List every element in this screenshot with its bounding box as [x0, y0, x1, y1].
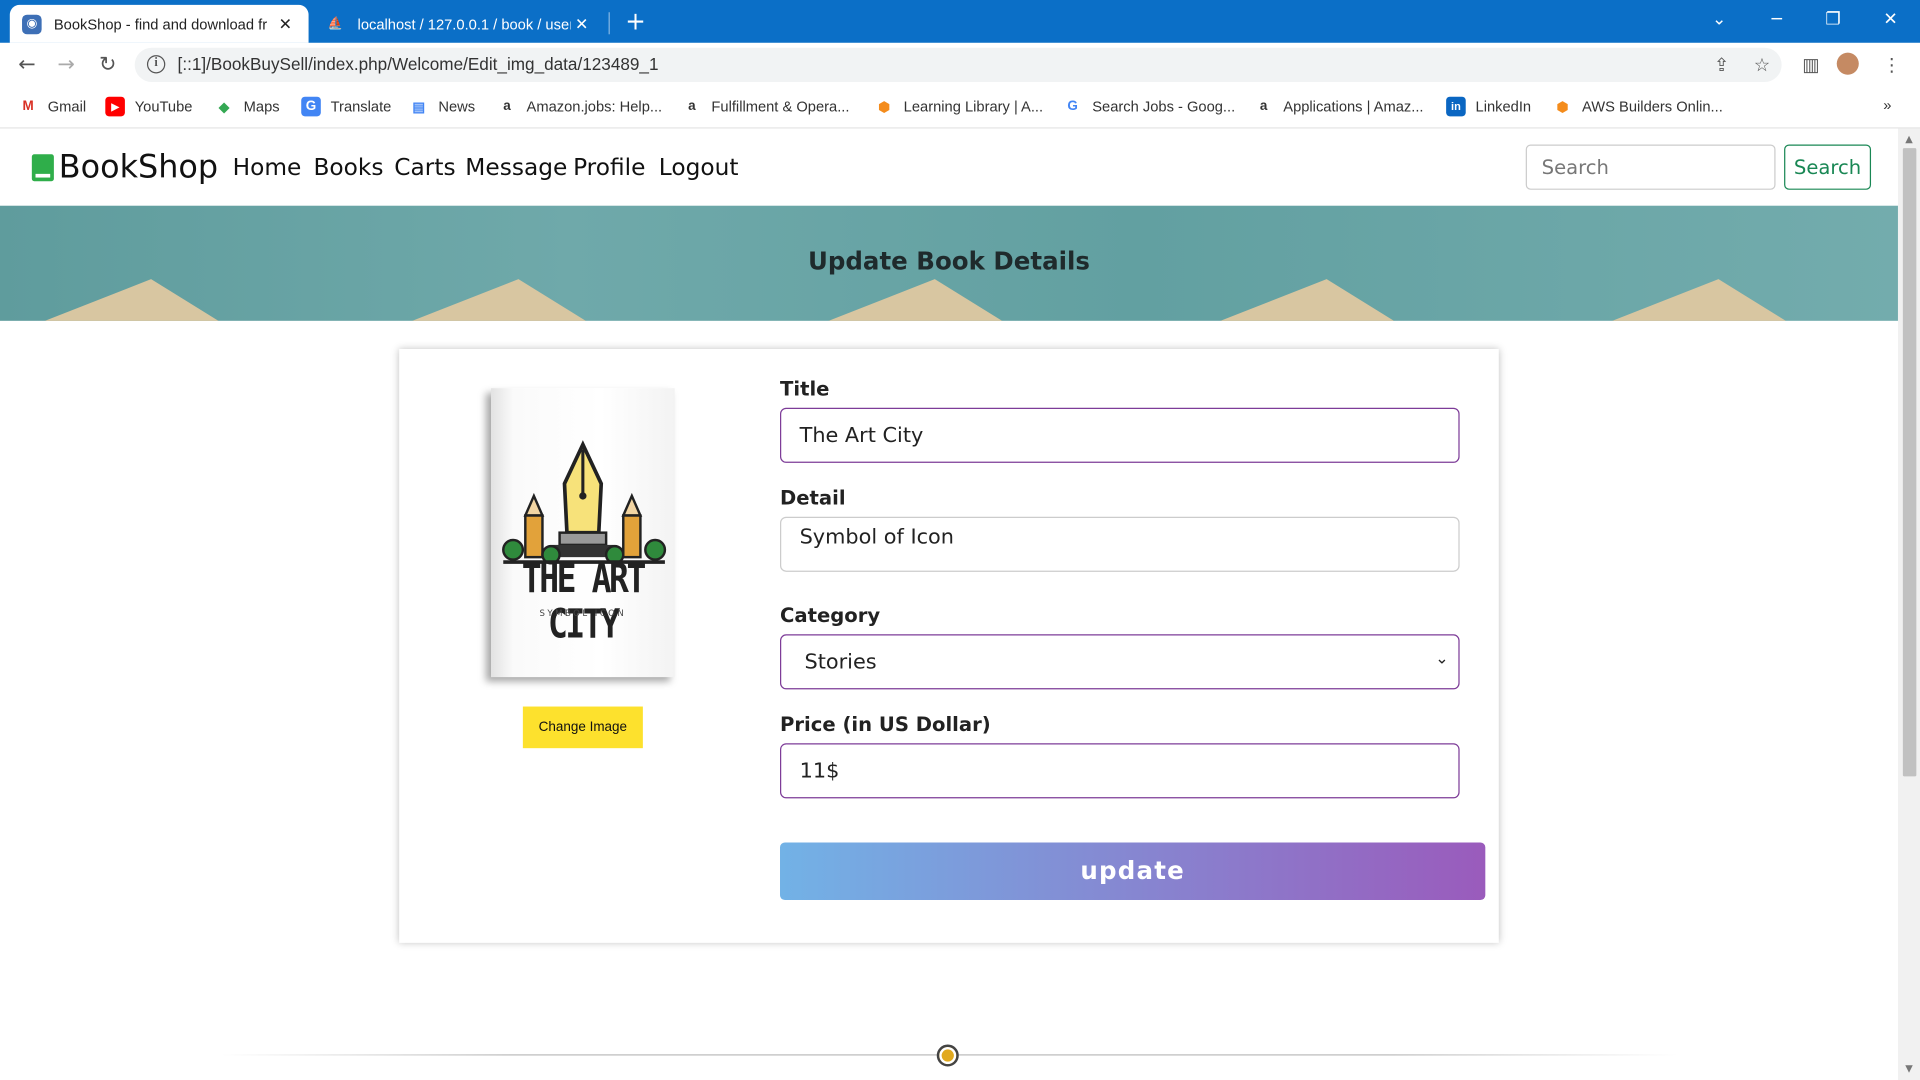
site-navbar: BookShop Home Books Carts Message Profil… [0, 128, 1898, 206]
divider-ornament [936, 1044, 959, 1067]
restore-icon[interactable]: ❐ [1815, 5, 1852, 34]
title-field[interactable]: The Art City [780, 407, 1460, 463]
reload-icon[interactable]: ↻ [93, 50, 122, 79]
amazon-icon: a [688, 99, 696, 114]
gmail-icon: M [22, 99, 34, 114]
bookmark-learning-library[interactable]: ⬢ Learning Library | A... [874, 97, 1043, 117]
aws-cube-icon: ⬢ [1556, 99, 1569, 115]
tab-title: localhost / 127.0.0.1 / book / user [357, 15, 571, 33]
menu-kebab-icon[interactable]: ⋮ [1880, 53, 1904, 77]
bookmark-translate[interactable]: G Translate [301, 96, 391, 117]
news-icon: ▤ [412, 99, 426, 115]
tab-phpmyadmin[interactable]: ⛵ localhost / 127.0.0.1 / book / user ✕ [313, 5, 604, 43]
phpmyadmin-favicon-icon: ⛵ [327, 17, 344, 31]
category-select[interactable]: Stories ⌄ [780, 634, 1460, 690]
scroll-up-arrow-icon[interactable]: ▲ [1903, 133, 1915, 144]
back-arrow-icon[interactable]: ← [12, 50, 41, 79]
bookmark-fulfillment[interactable]: a Fulfillment & Opera... [682, 97, 849, 117]
cover-subtitle: SYMBOL ICON [539, 608, 627, 619]
bookmark-gmail[interactable]: M Gmail [18, 97, 87, 117]
nav-home[interactable]: Home [233, 154, 302, 181]
book-cover-image: THE ART CITY SYMBOL ICON [491, 388, 675, 678]
window-close-icon[interactable]: ✕ [1872, 5, 1909, 34]
search-input[interactable] [1525, 144, 1776, 190]
edit-book-card: THE ART CITY SYMBOL ICON Change Image Ti… [399, 348, 1499, 943]
google-icon: G [1067, 99, 1078, 114]
chevron-down-icon: ⌄ [1435, 650, 1449, 669]
browser-toolbar: ← → ↻ i [::1]/BookBuySell/index.php/Welc… [0, 42, 1920, 87]
minimize-icon[interactable]: ─ [1758, 5, 1795, 34]
page-banner: Update Book Details [0, 205, 1898, 321]
bookshop-favicon-icon: ◉ [22, 14, 42, 34]
detail-label: Detail [780, 486, 846, 510]
bookmarks-bar: M Gmail ▶ YouTube ◆ Maps G Translate ▤ News a… [0, 86, 1920, 129]
linkedin-icon: in [1446, 96, 1466, 117]
nav-profile[interactable]: Profile [573, 154, 645, 181]
bookmark-news[interactable]: ▤ News [409, 97, 475, 117]
nav-carts[interactable]: Carts [394, 154, 455, 181]
book-icon [31, 154, 54, 182]
maps-icon: ◆ [218, 99, 230, 115]
brand-logo[interactable]: BookShop [31, 149, 219, 187]
share-icon[interactable]: ⇪ [1709, 53, 1733, 77]
bookmark-linkedin[interactable]: in LinkedIn [1446, 96, 1531, 117]
nav-books[interactable]: Books [313, 154, 383, 181]
brand-name: BookShop [58, 149, 219, 187]
paper-plane-decoration [1214, 279, 1419, 321]
bookmark-amazon-jobs[interactable]: a Amazon.jobs: Help... [497, 97, 662, 117]
tab-search-chevron-icon[interactable]: ⌄ [1701, 5, 1738, 34]
category-label: Category [780, 603, 881, 627]
close-icon[interactable]: ✕ [571, 14, 593, 34]
new-tab-plus-icon[interactable]: + [622, 7, 649, 34]
update-button[interactable]: update [780, 842, 1486, 901]
forward-arrow-icon[interactable]: → [51, 50, 80, 79]
pen-and-pencils-icon [502, 440, 667, 565]
page-scrollbar[interactable]: ▲ ▼ [1897, 128, 1920, 1080]
change-image-button[interactable]: Change Image [522, 706, 643, 749]
paper-plane-decoration [822, 279, 1027, 321]
translate-icon: G [301, 96, 321, 117]
title-label: Title [780, 377, 830, 401]
bookmark-aws-builders[interactable]: ⬢ AWS Builders Onlin... [1553, 97, 1723, 117]
search-button[interactable]: Search [1784, 144, 1872, 190]
bookmark-maps[interactable]: ◆ Maps [214, 97, 280, 117]
price-label: Price (in US Dollar) [780, 712, 991, 736]
bookmark-youtube[interactable]: ▶ YouTube [105, 96, 192, 117]
amazon-icon: a [1259, 99, 1268, 114]
youtube-icon: ▶ [105, 96, 125, 117]
detail-field[interactable]: Symbol of Icon [780, 516, 1460, 572]
paper-plane-decoration [38, 279, 243, 321]
bookmark-applications[interactable]: a Applications | Amaz... [1254, 97, 1424, 117]
tab-title: BookShop - find and download fr [53, 15, 268, 33]
bookmark-search-jobs[interactable]: G Search Jobs - Goog... [1063, 97, 1235, 117]
side-panel-icon[interactable]: ▥ [1799, 53, 1823, 77]
cover-title: THE ART CITY [521, 556, 647, 649]
tab-separator [608, 12, 610, 35]
url-text: [::1]/BookBuySell/index.php/Welcome/Edit… [177, 53, 659, 74]
paper-plane-decoration [406, 279, 611, 321]
amazon-icon: a [503, 99, 511, 114]
scroll-down-arrow-icon[interactable]: ▼ [1903, 1063, 1915, 1074]
price-field[interactable]: 11$ [780, 743, 1460, 799]
address-bar[interactable]: i [::1]/BookBuySell/index.php/Welcome/Ed… [134, 47, 1782, 83]
browser-window: ◉ BookShop - find and download fr ✕ ⛵ lo… [0, 0, 1920, 1080]
profile-avatar[interactable] [1836, 52, 1859, 75]
nav-message[interactable]: Message [465, 154, 567, 181]
close-icon[interactable]: ✕ [274, 14, 296, 34]
scrollbar-thumb[interactable] [1902, 148, 1917, 777]
tab-strip: ◉ BookShop - find and download fr ✕ ⛵ lo… [0, 0, 1920, 43]
nav-logout[interactable]: Logout [659, 154, 739, 181]
aws-cube-icon: ⬢ [878, 99, 890, 115]
bookmarks-overflow-icon[interactable]: » [1883, 97, 1891, 114]
site-info-icon[interactable]: i [146, 55, 166, 74]
bookmark-star-icon[interactable]: ☆ [1750, 53, 1774, 77]
paper-plane-decoration [1606, 279, 1811, 321]
page-title: Update Book Details [807, 246, 1090, 276]
tab-bookshop[interactable]: ◉ BookShop - find and download fr ✕ [9, 4, 309, 43]
